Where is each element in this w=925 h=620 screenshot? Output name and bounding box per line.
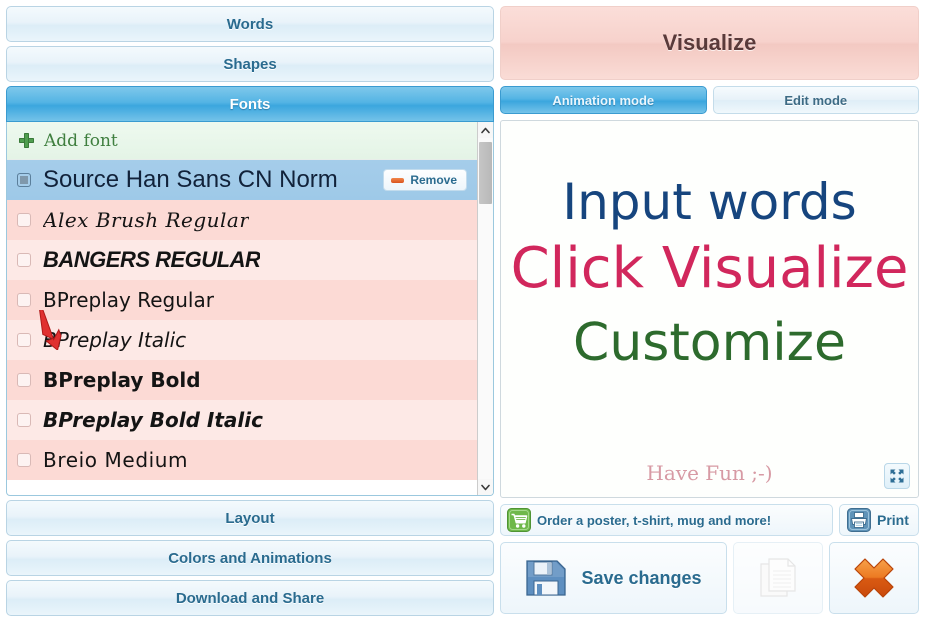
font-checkbox[interactable]: [17, 333, 31, 347]
scrollbar-thumb[interactable]: [479, 142, 492, 204]
action-button-row: Save changes: [500, 542, 919, 614]
cloud-word-customize[interactable]: Customize: [573, 317, 846, 369]
tab-edit-mode[interactable]: Edit mode: [712, 86, 919, 114]
close-button[interactable]: [829, 542, 919, 614]
accordion-label-layout: Layout: [225, 509, 275, 527]
tab-animation-mode-label: Animation mode: [552, 92, 655, 108]
font-row[interactable]: Source Han Sans CN Norm Remove: [7, 160, 477, 200]
minus-icon: [391, 177, 405, 183]
font-name-label: Breio Medium: [43, 448, 189, 472]
remove-font-label: Remove: [410, 173, 457, 187]
accordion-section-layout[interactable]: Layout: [6, 500, 494, 536]
accordion-section-fonts[interactable]: Fonts: [6, 86, 494, 122]
accordion-section-words[interactable]: Words: [6, 6, 494, 42]
accordion-section-shapes[interactable]: Shapes: [6, 46, 494, 82]
cloud-word-input-words[interactable]: Input words: [562, 177, 856, 227]
font-row[interactable]: BPreplay Italic: [7, 320, 477, 360]
font-list[interactable]: Add font Source Han Sans CN Norm Remove …: [7, 122, 477, 495]
font-name-label: BPreplay Regular: [43, 288, 214, 312]
font-checkbox[interactable]: [17, 253, 31, 267]
mode-tab-bar: Animation mode Edit mode: [500, 86, 919, 114]
accordion-label-download-share: Download and Share: [175, 589, 325, 607]
word-cloud-app: Words Shapes Fonts Add font Source Han S…: [0, 0, 925, 620]
font-row[interactable]: BANGERS REGULAR: [7, 240, 477, 280]
cloud-word-have-fun[interactable]: Have Fun ;-): [646, 461, 772, 485]
font-row[interactable]: BPreplay Regular: [7, 280, 477, 320]
font-name-label: BPreplay Italic: [43, 328, 187, 352]
order-print-row: Order a poster, t-shirt, mug and more! P…: [500, 504, 919, 536]
font-row[interactable]: BPreplay Bold: [7, 360, 477, 400]
font-row[interactable]: BPreplay Bold Italic: [7, 400, 477, 440]
font-checkbox[interactable]: [17, 213, 31, 227]
font-name-label: BPreplay Bold Italic: [43, 408, 263, 432]
font-list-scrollbar[interactable]: [477, 122, 493, 495]
font-name-label: BPreplay Bold: [43, 368, 201, 392]
scroll-up-button[interactable]: [478, 122, 493, 138]
plus-icon: [19, 133, 34, 148]
font-name-label: Alex Brush Regular: [43, 208, 250, 232]
print-button[interactable]: Print: [839, 504, 919, 536]
fullscreen-expand-icon: [890, 469, 904, 483]
cloud-word-click-visualize[interactable]: Click Visualize: [511, 241, 909, 297]
save-changes-label: Save changes: [581, 567, 702, 588]
printer-icon: [847, 508, 871, 532]
close-x-icon: [854, 558, 894, 598]
copy-document-button[interactable]: [733, 542, 823, 614]
print-label: Print: [877, 512, 909, 528]
word-cloud-canvas[interactable]: Input words Click Visualize Customize Ha…: [500, 120, 919, 498]
chevron-up-icon: [481, 127, 490, 133]
tab-animation-mode[interactable]: Animation mode: [500, 86, 707, 114]
save-changes-button[interactable]: Save changes: [500, 542, 727, 614]
right-preview-panel: Visualize Animation mode Edit mode Input…: [500, 0, 925, 620]
visualize-button[interactable]: Visualize: [500, 6, 919, 80]
chevron-down-icon: [481, 484, 490, 490]
scroll-down-button[interactable]: [478, 479, 493, 495]
add-font-label: Add font: [44, 130, 118, 151]
font-name-label: BANGERS REGULAR: [43, 247, 261, 272]
expand-fullscreen-button[interactable]: [884, 463, 910, 489]
accordion-label-fonts: Fonts: [229, 95, 271, 113]
font-checkbox[interactable]: [17, 173, 31, 187]
accordion-label-words: Words: [226, 15, 274, 33]
shopping-cart-icon: [507, 508, 531, 532]
visualize-label: Visualize: [662, 30, 757, 55]
add-font-button[interactable]: Add font: [7, 122, 477, 160]
font-name-label: Source Han Sans CN Norm: [43, 166, 338, 193]
copy-document-icon: [760, 558, 796, 597]
accordion-section-colors-animations[interactable]: Colors and Animations: [6, 540, 494, 576]
order-merchandise-button[interactable]: Order a poster, t-shirt, mug and more!: [500, 504, 833, 536]
scrollbar-track[interactable]: [478, 138, 493, 479]
font-list-container: Add font Source Han Sans CN Norm Remove …: [6, 122, 494, 496]
floppy-disk-icon: [526, 560, 567, 596]
tab-edit-mode-label: Edit mode: [784, 92, 848, 108]
left-control-panel: Words Shapes Fonts Add font Source Han S…: [0, 0, 500, 620]
font-checkbox[interactable]: [17, 293, 31, 307]
accordion-label-colors-animations: Colors and Animations: [168, 549, 332, 567]
font-checkbox[interactable]: [17, 453, 31, 467]
remove-font-button[interactable]: Remove: [383, 169, 467, 191]
font-row[interactable]: Breio Medium: [7, 440, 477, 480]
font-checkbox[interactable]: [17, 373, 31, 387]
accordion-section-download-share[interactable]: Download and Share: [6, 580, 494, 616]
font-row[interactable]: Alex Brush Regular: [7, 200, 477, 240]
accordion-label-shapes: Shapes: [223, 55, 277, 73]
font-checkbox[interactable]: [17, 413, 31, 427]
order-merchandise-label: Order a poster, t-shirt, mug and more!: [537, 512, 772, 528]
